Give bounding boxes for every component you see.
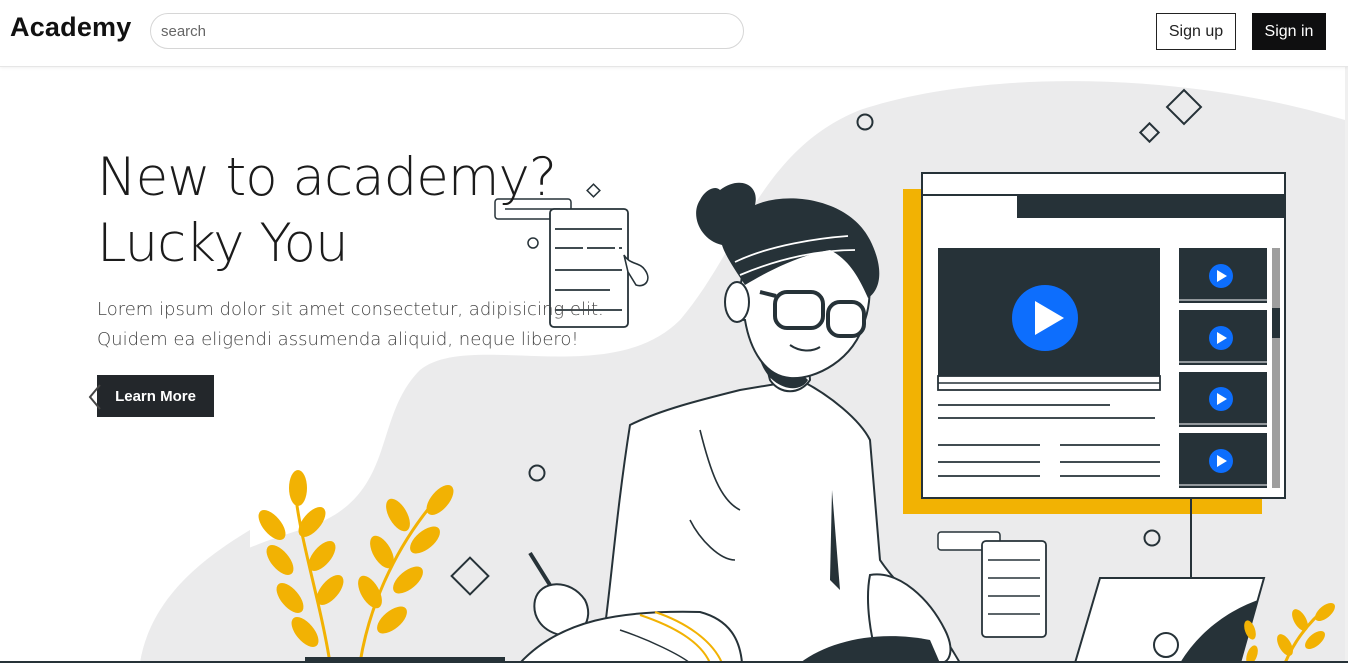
top-navbar: Academy Sign up Sign in [0,0,1348,67]
search-input[interactable] [150,13,744,49]
brand-logo[interactable]: Academy [10,12,131,43]
chevron-left-icon[interactable] [88,383,102,411]
sign-up-button[interactable]: Sign up [1156,13,1236,50]
headline-line-1: New to academy? [97,147,557,208]
chevron-right-icon[interactable] [1234,381,1252,411]
headline-line-2: Lucky You [97,213,349,274]
hero-headline: New to academy? Lucky You [97,145,557,277]
learn-more-button[interactable]: Learn More [97,375,214,417]
sign-in-button[interactable]: Sign in [1252,13,1326,50]
hero-text-block: New to academy? Lucky You [97,145,557,277]
hero-description: Lorem ipsum dolor sit amet consectetur, … [97,299,604,350]
